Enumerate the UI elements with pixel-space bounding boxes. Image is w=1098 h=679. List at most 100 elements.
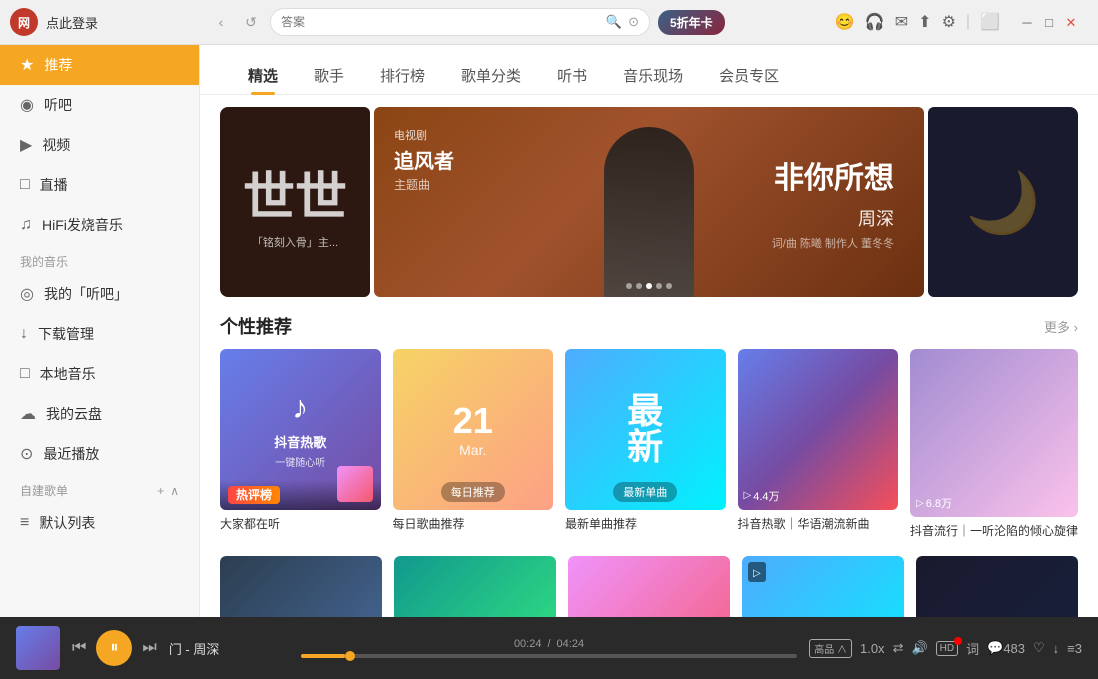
tab-gedanfenlei[interactable]: 歌单分类 (443, 57, 539, 94)
sidebar-item-bendi[interactable]: □ 本地音乐 (0, 354, 199, 394)
comment-button[interactable]: 💬 483 (987, 640, 1025, 656)
login-button[interactable]: 点此登录 (46, 13, 98, 32)
card-artist2[interactable]: ▷ 6.8万 抖音流行｜一听沦陷的倾心旋律 (910, 349, 1078, 540)
dot-2[interactable] (636, 283, 642, 289)
maximize-button[interactable]: □ (1042, 15, 1056, 29)
card-douyin-hot[interactable]: ♪ 抖音热歌 一键随心听 ↺ 热评榜 大家都在听 (220, 349, 381, 540)
more-button[interactable]: 更多 › (1044, 317, 1078, 336)
player-album-thumb (16, 626, 60, 670)
card-douyin-thumb: ♪ 抖音热歌 一键随心听 ↺ 热评榜 (220, 349, 381, 510)
speed-button[interactable]: 1.0x (860, 641, 885, 656)
sidebar-item-tingba[interactable]: ◉ 听吧 (0, 85, 199, 125)
sidebar-item-tuijian[interactable]: ★ 推荐 (0, 45, 199, 85)
headphone-icon[interactable]: 🎧 (865, 12, 885, 32)
quality-badge[interactable]: 高品 ∧ (809, 639, 852, 658)
banner-left[interactable]: 世世 「铭刻入骨」主... (220, 107, 370, 297)
sidebar-label-yunpan: 我的云盘 (46, 404, 102, 424)
loop-button[interactable]: ⇄ (893, 640, 904, 656)
card-bottom-4-thumb: ▷ (742, 556, 904, 617)
title-bar-center: ‹ ↺ 🔍 ⊙ 5折年卡 (210, 8, 835, 36)
banner-section: 世世 「铭刻入骨」主... 电视剧 追风者 主题曲 (220, 107, 1078, 297)
douyin-logo-icon: ♪ (292, 389, 308, 426)
back-button[interactable]: ‹ (210, 11, 232, 33)
mail-icon[interactable]: ✉ (895, 12, 908, 32)
card-daily[interactable]: 21 Mar. 每日推荐 每日歌曲推荐 (393, 349, 554, 540)
sidebar-item-yunpan[interactable]: ☁ 我的云盘 (0, 394, 199, 434)
prev-button[interactable]: ⏮ (72, 639, 86, 657)
play-pause-button[interactable]: ⏸ (96, 630, 132, 666)
sidebar-item-hifi[interactable]: ♫ HiFi发烧音乐 (0, 205, 199, 245)
card-artist1[interactable]: ▷ 4.4万 抖音热歌｜华语潮流新曲 (738, 349, 899, 540)
card-bottom-3-thumb (568, 556, 730, 617)
tab-huiyuanzhuanqu[interactable]: 会员专区 (701, 57, 797, 94)
playlist-button[interactable]: ≡ 3 (1067, 641, 1082, 656)
hot-thumb-mini (337, 466, 373, 502)
sidebar-item-xiazai[interactable]: ↓ 下载管理 (0, 314, 199, 354)
title-bar: 网 点此登录 ‹ ↺ 🔍 ⊙ 5折年卡 😊 🎧 ✉ ⬆ ⚙ | ⬜ ─ □ ✕ (0, 0, 1098, 45)
promo-card[interactable]: 5折年卡 (658, 10, 725, 35)
minimize-button[interactable]: ─ (1020, 15, 1034, 29)
settings-icon[interactable]: ⚙ (942, 12, 956, 32)
collapse-icon[interactable]: ∧ (170, 484, 179, 498)
download-button[interactable]: ↓ (1053, 641, 1060, 656)
like-button[interactable]: ♡ (1033, 640, 1045, 656)
card-new-single[interactable]: 最 新 最新单曲 最新单曲推荐 (565, 349, 726, 540)
play-icon-1: ▷ (744, 490, 752, 501)
sidebar-item-wode-tingba[interactable]: ◎ 我的「听吧」 (0, 274, 199, 314)
banner-right[interactable]: 🌙 (928, 107, 1078, 297)
refresh-button[interactable]: ↺ (240, 11, 262, 33)
card-bottom-5[interactable]: ♪ (916, 556, 1078, 617)
search-refresh-icon[interactable]: ⊙ (628, 14, 639, 30)
card-bottom-4[interactable]: ▷ (742, 556, 904, 617)
lyrics-button[interactable]: 词 (966, 639, 979, 658)
dot-1[interactable] (626, 283, 632, 289)
card-artist1-thumb: ▷ 4.4万 (738, 349, 899, 510)
progress-bar[interactable] (301, 654, 797, 658)
add-playlist-button[interactable]: + (157, 484, 164, 498)
banner-dots (626, 283, 672, 289)
banner-left-sub: 「铭刻入骨」主... (243, 234, 347, 250)
card-douyin-title: 抖音热歌 (274, 432, 326, 451)
sidebar-label-shipin: 视频 (42, 135, 70, 155)
playlist-count: 3 (1075, 641, 1082, 656)
card-douyin-sub: 一键随心听 (275, 454, 325, 469)
song-credits: 词/曲 陈曦 制作人 董冬冬 (772, 235, 894, 251)
drama-title: 追风者 (394, 145, 454, 174)
search-icon[interactable]: 🔍 (606, 14, 622, 30)
tab-yinyuexianchang[interactable]: 音乐现场 (605, 57, 701, 94)
dot-4[interactable] (656, 283, 662, 289)
user-icon[interactable]: 😊 (835, 12, 855, 32)
sidebar-item-moren[interactable]: ≡ 默认列表 (0, 503, 199, 543)
tab-tingshu[interactable]: 听书 (539, 57, 605, 94)
card-bottom-3[interactable] (568, 556, 730, 617)
star-icon: ★ (20, 55, 34, 75)
volume-button[interactable]: 🔊 (911, 640, 927, 656)
pip-icon[interactable]: ⬜ (980, 12, 1000, 32)
hd-new-dot (954, 637, 962, 645)
progress-handle[interactable] (345, 651, 355, 661)
search-input[interactable] (281, 15, 600, 29)
content-scroll: 世世 「铭刻入骨」主... 电视剧 追风者 主题曲 (200, 95, 1098, 617)
card-label-artist2: 抖音流行｜一听沦陷的倾心旋律 (910, 523, 1078, 540)
sidebar-item-zuijin[interactable]: ⊙ 最近播放 (0, 434, 199, 474)
next-button[interactable]: ⏭ (142, 639, 156, 657)
tab-jingxuan[interactable]: 精选 (230, 57, 296, 94)
upload-icon[interactable]: ⬆ (918, 12, 931, 32)
card-bottom-1[interactable] (220, 556, 382, 617)
time-separator: / (547, 638, 550, 650)
dot-3[interactable] (646, 283, 652, 289)
dot-5[interactable] (666, 283, 672, 289)
card-new-thumb: 最 新 最新单曲 (565, 349, 726, 510)
sidebar-item-zhibo[interactable]: □ 直播 (0, 165, 199, 205)
banner-main[interactable]: 电视剧 追风者 主题曲 非你所想 周深 词/曲 陈曦 制作人 董冬冬 (374, 107, 924, 297)
right-banner-illustration: 🌙 (966, 167, 1041, 238)
close-button[interactable]: ✕ (1064, 15, 1078, 29)
card-bottom-2[interactable] (394, 556, 556, 617)
card-label-douyin: 大家都在听 (220, 516, 381, 533)
bottom-card-4-badge: ▷ (748, 562, 766, 582)
sidebar-item-shipin[interactable]: ▶ 视频 (0, 125, 199, 165)
tab-geshou[interactable]: 歌手 (296, 57, 362, 94)
bottom-card-5-bg: ♪ (916, 556, 1078, 617)
daily-number: 21 (453, 400, 493, 442)
tab-paihangbang[interactable]: 排行榜 (362, 57, 443, 94)
